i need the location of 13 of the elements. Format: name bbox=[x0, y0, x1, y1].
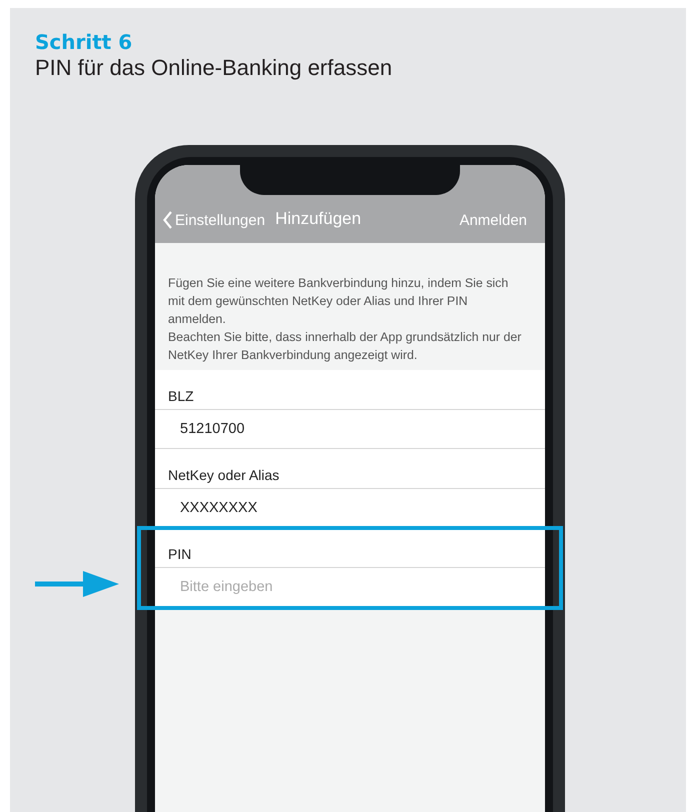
chevron-left-icon bbox=[163, 211, 173, 229]
input-field[interactable]: XXXXXXXX bbox=[155, 489, 545, 528]
intro-text: Beachten Sie bitte, dass innerhalb der App grundsätzlich nur der NetKey Ihrer Bankverbindung angezeigt wird. bbox=[168, 329, 522, 364]
field-label: NetKey oder Alias bbox=[155, 449, 545, 489]
field-label: BLZ bbox=[155, 370, 545, 410]
arrow-icon bbox=[35, 571, 119, 597]
step-title: PIN für das Online-Banking erfassen bbox=[35, 54, 394, 82]
step-heading: Schritt 6 bbox=[35, 30, 134, 54]
field-label: PIN bbox=[155, 528, 545, 568]
nav-title: Hinzufügen bbox=[275, 209, 362, 229]
intro-text: Fügen Sie eine weitere Bankverbindung hinzu, indem Sie sich mit dem gewünschten NetKey oder Alias und Ihrer PIN anmelden. bbox=[168, 275, 510, 328]
input-field[interactable]: Bitte eingeben bbox=[155, 568, 545, 607]
input-field[interactable]: 51210700 bbox=[155, 410, 545, 449]
